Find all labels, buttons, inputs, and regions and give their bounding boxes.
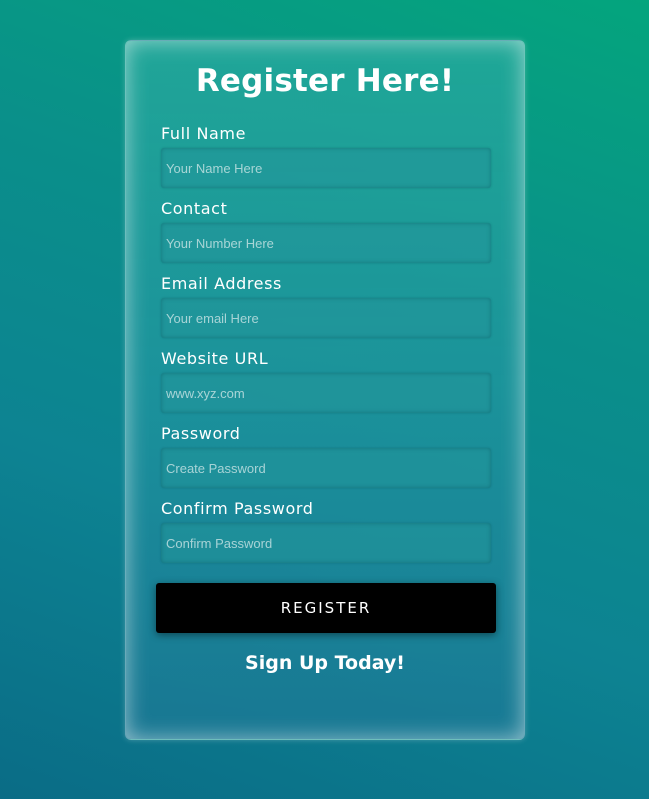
contact-label: Contact	[161, 199, 228, 218]
register-button[interactable]: REGISTER	[156, 583, 496, 633]
confirm-password-input[interactable]	[161, 523, 491, 563]
password-input[interactable]	[161, 448, 491, 488]
sign-up-text: Sign Up Today!	[245, 652, 405, 674]
website-url-label: Website URL	[161, 349, 269, 368]
contact-input[interactable]	[161, 223, 491, 263]
register-card: Register Here! Full Name Contact Email A…	[125, 40, 525, 740]
email-input[interactable]	[161, 298, 491, 338]
confirm-password-label: Confirm Password	[161, 499, 314, 518]
password-label: Password	[161, 424, 241, 443]
full-name-input[interactable]	[161, 148, 491, 188]
email-label: Email Address	[161, 274, 282, 293]
form-title: Register Here!	[195, 63, 455, 99]
website-url-input[interactable]	[161, 373, 491, 413]
full-name-label: Full Name	[161, 124, 247, 143]
